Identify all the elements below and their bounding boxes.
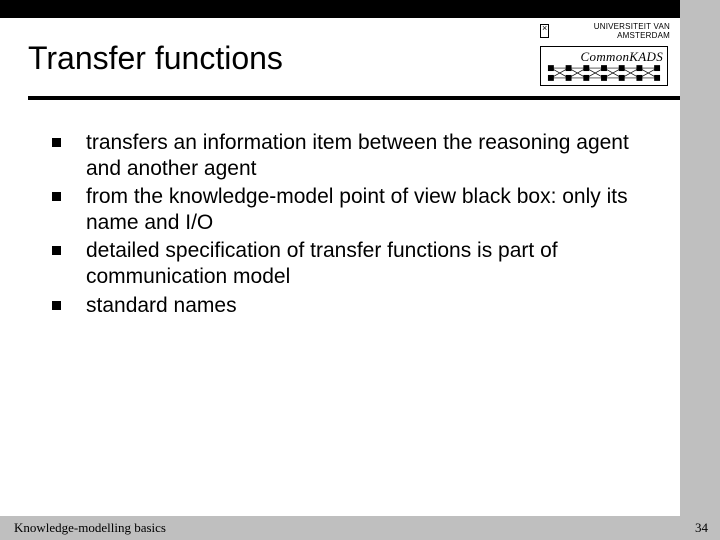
university-logo: UNIVERSITEIT VAN AMSTERDAM xyxy=(540,22,670,40)
bullet-list: transfers an information item between th… xyxy=(52,130,642,321)
list-item: from the knowledge-model point of view b… xyxy=(52,184,642,235)
list-item: detailed specification of transfer funct… xyxy=(52,238,642,289)
page-title: Transfer functions xyxy=(28,40,283,77)
logo-area: UNIVERSITEIT VAN AMSTERDAM CommonKADS xyxy=(540,22,670,86)
commonkads-logo: CommonKADS xyxy=(540,46,668,86)
footer-text: Knowledge-modelling basics xyxy=(14,520,166,536)
slide: UNIVERSITEIT VAN AMSTERDAM CommonKADS xyxy=(0,0,720,540)
shield-icon xyxy=(540,24,549,38)
top-black-bar xyxy=(0,0,720,18)
commonkads-label: CommonKADS xyxy=(545,49,663,65)
right-grey-bar xyxy=(680,0,720,540)
network-icon xyxy=(545,64,663,82)
list-item: standard names xyxy=(52,293,642,319)
university-label: UNIVERSITEIT VAN AMSTERDAM xyxy=(553,22,670,40)
page-number: 34 xyxy=(695,520,708,536)
list-item: transfers an information item between th… xyxy=(52,130,642,181)
title-underline xyxy=(28,96,680,100)
